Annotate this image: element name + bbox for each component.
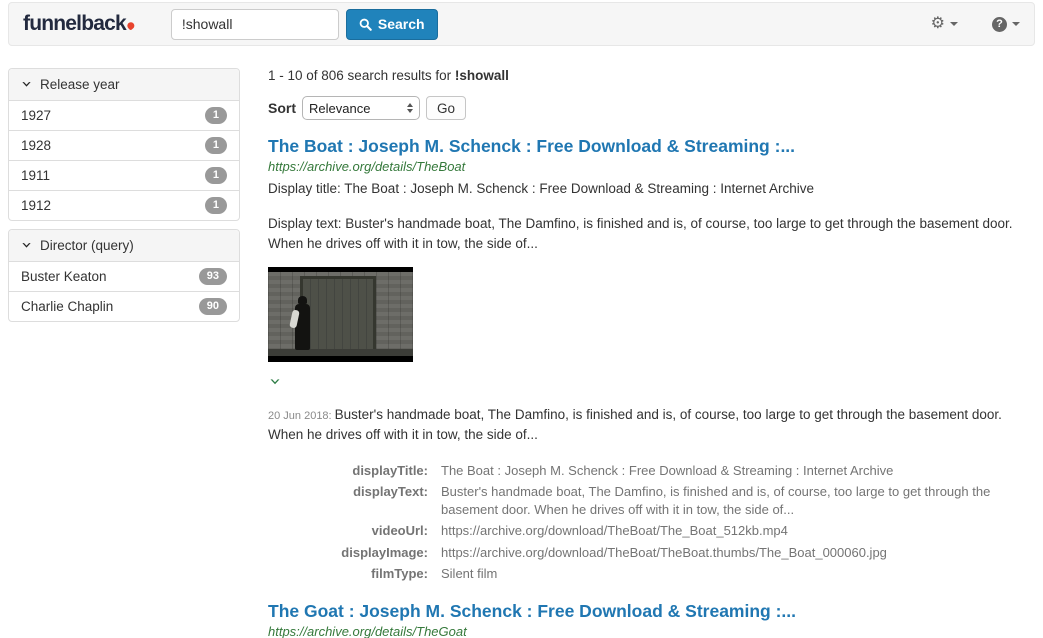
select-stepper-icon — [407, 103, 413, 113]
summary-text: 1 - 10 of 806 search results for — [268, 68, 455, 83]
metadata-row: filmType: Silent film — [268, 563, 1033, 585]
sort-selected-value: Relevance — [309, 100, 371, 116]
result-title-link[interactable]: The Boat : Joseph M. Schenck : Free Down… — [268, 136, 1033, 157]
result-date-snippet: Buster's handmade boat, The Damfino, is … — [268, 407, 1002, 443]
facet-item-1911[interactable]: 1911 1 — [9, 160, 239, 190]
help-icon: ? — [992, 16, 1007, 32]
search-input[interactable] — [170, 8, 339, 40]
result-date: 20 Jun 2018: — [268, 410, 332, 423]
chevron-down-icon — [22, 243, 31, 248]
metadata-value: https://archive.org/download/TheBoat/The… — [441, 544, 887, 560]
results-area: 1 - 10 of 806 search results for !showal… — [268, 46, 1033, 638]
top-navbar: funnelback Search ⚙ ? — [8, 2, 1035, 46]
metadata-row: videoUrl: https://archive.org/download/T… — [268, 520, 1033, 542]
facet-count-badge: 93 — [198, 268, 227, 285]
caret-down-icon — [950, 22, 958, 26]
facet-item-1927[interactable]: 1927 1 — [9, 101, 239, 130]
facet-count-badge: 1 — [204, 107, 227, 124]
search-button[interactable]: Search — [345, 8, 438, 40]
facet-item-label: 1928 — [21, 138, 52, 153]
result-url[interactable]: https://archive.org/details/TheGoat — [268, 624, 1033, 638]
metadata-key: filmType: — [371, 566, 428, 582]
facet-item-1912[interactable]: 1912 1 — [9, 190, 239, 220]
result-url[interactable]: https://archive.org/details/TheBoat — [268, 159, 1033, 174]
facet-heading-release-year[interactable]: Release year — [9, 69, 239, 101]
facet-item-label: Buster Keaton — [21, 269, 107, 284]
metadata-value: The Boat : Joseph M. Schenck : Free Down… — [441, 462, 894, 478]
metadata-key: displayTitle: — [352, 462, 428, 478]
summary-query: !showall — [454, 68, 509, 83]
facet-item-label: 1911 — [21, 168, 51, 183]
facet-heading-director[interactable]: Director (query) — [9, 230, 239, 262]
metadata-row: displayImage: https://archive.org/downlo… — [268, 542, 1033, 564]
result-display-title: Display title: The Boat : Joseph M. Sche… — [268, 181, 815, 196]
sort-select[interactable]: Relevance — [302, 96, 420, 120]
facet-title: Release year — [40, 77, 120, 92]
facet-count-badge: 90 — [198, 298, 227, 315]
facet-item-label: Charlie Chaplin — [21, 299, 114, 314]
search-icon — [359, 18, 372, 31]
facet-count-badge: 1 — [204, 137, 227, 154]
metadata-key: videoUrl: — [371, 523, 428, 539]
metadata-key: displayText: — [353, 484, 428, 500]
result-title-link[interactable]: The Goat : Joseph M. Schenck : Free Down… — [268, 601, 1033, 622]
help-dropdown[interactable]: ? — [992, 16, 1020, 32]
caret-down-icon — [1012, 22, 1020, 26]
metadata-row: displayText: Buster's handmade boat, The… — [268, 481, 1033, 520]
metadata-value: Silent film — [441, 566, 498, 582]
metadata-value: https://archive.org/download/TheBoat/The… — [441, 523, 788, 539]
facet-title: Director (query) — [40, 238, 134, 253]
expand-chevron-icon[interactable] — [268, 376, 282, 388]
metadata-row: displayTitle: The Boat : Joseph M. Schen… — [268, 460, 1033, 482]
settings-dropdown[interactable]: ⚙ — [931, 16, 958, 32]
chevron-down-icon — [22, 82, 31, 87]
metadata-key: displayImage: — [341, 544, 428, 560]
logo-text: funnelback — [23, 12, 127, 35]
gear-icon: ⚙ — [930, 15, 945, 32]
facet-release-year: Release year 1927 1 1928 1 1911 1 1912 1 — [8, 68, 240, 221]
funnelback-logo[interactable]: funnelback — [23, 12, 136, 36]
result-date-text: 20 Jun 2018: Buster's handmade boat, The … — [268, 405, 1033, 446]
logo-dot-icon — [125, 20, 136, 31]
result-thumbnail[interactable] — [268, 267, 413, 363]
facet-sidebar: Release year 1927 1 1928 1 1911 1 1912 1 — [8, 46, 240, 322]
search-result-2: The Goat : Joseph M. Schenck : Free Down… — [268, 601, 1033, 638]
facet-director: Director (query) Buster Keaton 93 Charli… — [8, 229, 240, 322]
facet-item-label: 1927 — [21, 108, 52, 123]
facet-item-buster-keaton[interactable]: Buster Keaton 93 — [9, 262, 239, 291]
result-display-text: Display text: Buster's handmade boat, Th… — [268, 215, 1013, 251]
sort-form: Sort Relevance Go — [268, 96, 1033, 120]
facet-item-charlie-chaplin[interactable]: Charlie Chaplin 90 — [9, 291, 239, 321]
search-result-1: The Boat : Joseph M. Schenck : Free Down… — [268, 136, 1033, 585]
search-button-label: Search — [377, 16, 425, 32]
facet-count-badge: 1 — [204, 167, 227, 184]
facet-item-label: 1912 — [21, 198, 52, 213]
metadata-table: displayTitle: The Boat : Joseph M. Schen… — [268, 460, 1033, 585]
go-button[interactable]: Go — [426, 96, 467, 120]
facet-item-1928[interactable]: 1928 1 — [9, 130, 239, 160]
facet-count-badge: 1 — [204, 197, 227, 214]
sort-label: Sort — [268, 100, 296, 116]
metadata-value: Buster's handmade boat, The Damfino, is … — [441, 484, 991, 517]
results-summary: 1 - 10 of 806 search results for !showal… — [268, 68, 1033, 83]
